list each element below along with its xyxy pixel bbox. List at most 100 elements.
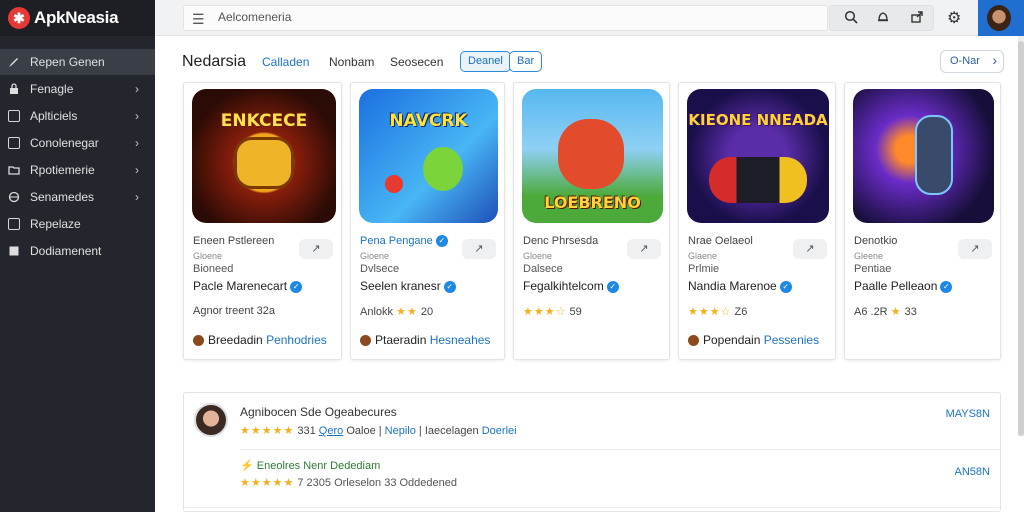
review-text: Iaecelagen: [424, 425, 479, 437]
rating-count: 20: [420, 306, 434, 318]
character-icon: [423, 147, 463, 191]
app-card[interactable]: Denotkio ↗ Gleene Pentiae Paalle Pelleao…: [844, 82, 1001, 360]
sidebar-item-label: Aplticiels: [30, 109, 78, 123]
sidebar-item-2[interactable]: Aplticiels ›: [0, 103, 155, 129]
app-thumbnail[interactable]: KIEONE NNEADA: [687, 89, 829, 223]
download-button[interactable]: ↗: [462, 239, 496, 259]
sidebar: ✱ ApkNeasia Repen Genen Fenagle › Apltic…: [0, 0, 155, 512]
gamepad-icon: [234, 137, 294, 189]
reviewer-avatar[interactable]: [194, 403, 228, 437]
publisher-link[interactable]: Penhodries: [266, 333, 327, 347]
download-button[interactable]: ↗: [627, 239, 661, 259]
folder-icon: [8, 164, 20, 176]
app-rating: Anlokk ★★ 20: [360, 305, 433, 318]
scrollbar[interactable]: [1018, 36, 1024, 436]
see-all-button[interactable]: O-Nar ›: [940, 50, 1004, 73]
app-name: Nandia Marenoe ✓: [688, 279, 792, 293]
filter-pill-1[interactable]: Bar: [509, 51, 543, 72]
sidebar-item-1[interactable]: Fenagle ›: [0, 76, 155, 102]
app-sub: Gloene: [193, 251, 223, 261]
sidebar-item-0[interactable]: Repen Genen: [0, 49, 155, 75]
app-logo[interactable]: ✱ ApkNeasia: [0, 0, 155, 36]
divider: [240, 449, 1000, 450]
chevron-right-icon: ›: [135, 109, 139, 123]
tab-0[interactable]: Calladen: [262, 55, 309, 69]
sidebar-item-label: Fenagle: [30, 82, 74, 96]
app-category: Dvlsece: [360, 263, 400, 275]
app-thumbnail[interactable]: LOEBRENO: [522, 89, 663, 223]
share-icon[interactable]: [908, 10, 926, 28]
filter-pill-0[interactable]: Deanel: [460, 51, 511, 72]
review-link[interactable]: Nepilo: [385, 425, 416, 437]
app-art-title: KIEONE NNEADA: [688, 111, 828, 129]
app-card[interactable]: KIEONE NNEADA Nrae Oelaeol ↗ Glaene Prlm…: [678, 82, 836, 360]
sidebar-item-label: Senamedes: [30, 190, 95, 204]
app-rating: ★★★☆ Z6: [688, 305, 747, 318]
scrollbar-thumb[interactable]: [1018, 41, 1024, 436]
chevron-right-icon: ›: [135, 190, 139, 204]
doc-icon: [8, 245, 20, 257]
app-name-text: Nandia Marenoe: [688, 279, 777, 293]
app-card[interactable]: LOEBRENO Denc Phrsesda ↗ Gloene Dalsece …: [513, 82, 670, 360]
app-card[interactable]: NAVCRK Pena Pengane ✓ ↗ Gioene Dvlsece Se…: [350, 82, 505, 360]
app-developer: Nrae Oelaeol: [688, 235, 753, 247]
chevron-right-icon: ›: [135, 136, 139, 150]
review-size: MAYS8N: [945, 408, 990, 420]
search-input[interactable]: [218, 10, 778, 24]
review-link[interactable]: Doerlei: [482, 425, 517, 437]
app-developer: Denc Phrsesda: [523, 235, 599, 247]
review-meta: ★★★★★ 331 Qero Oaloe | Nepilo | Iaecelag…: [240, 425, 517, 437]
see-all-label: O-Nar: [950, 55, 980, 67]
gear-icon[interactable]: ⚙: [947, 8, 961, 28]
orb-icon: [385, 175, 403, 193]
rating-prefix: Anlokk: [360, 306, 394, 318]
divider: [184, 507, 1000, 508]
publisher-link[interactable]: Hesneahes: [430, 333, 491, 347]
app-name: Seelen kranesr ✓: [360, 279, 456, 293]
rating-stars: ★: [890, 306, 902, 318]
sidebar-item-label: Conolenegar: [30, 136, 99, 150]
app-sub: Gioene: [360, 251, 390, 261]
sidebar-item-label: Rpotiemerie: [30, 163, 95, 177]
app-name: Pacle Marenecart ✓: [193, 279, 303, 293]
publisher-icon: [688, 335, 699, 347]
sidebar-item-3[interactable]: Conolenegar ›: [0, 130, 155, 156]
tab-2[interactable]: Seosecen: [390, 55, 443, 69]
app-name: Fegalkihtelcom ✓: [523, 279, 619, 293]
sidebar-item-label: Repelaze: [30, 217, 81, 231]
app-art-title: LOEBRENO: [544, 193, 641, 212]
app-thumbnail[interactable]: ENKCECE: [192, 89, 336, 223]
menu-icon[interactable]: ☰: [192, 11, 205, 28]
download-button[interactable]: ↗: [958, 239, 992, 259]
lock-icon: [8, 83, 20, 95]
sidebar-item-5[interactable]: Senamedes ›: [0, 184, 155, 210]
app-name-text: Paalle Pelleaon: [854, 279, 938, 293]
review-count: 331: [297, 425, 316, 437]
grid-icon: [8, 137, 20, 149]
download-button[interactable]: ↗: [793, 239, 827, 259]
sidebar-item-6[interactable]: Repelaze: [0, 211, 155, 237]
app-card[interactable]: ENKCECE Eneen Pstlereen ↗ Gloene Bioneed…: [183, 82, 342, 360]
tab-1[interactable]: Nonbam: [329, 55, 374, 69]
review-title-text: Eneolres Nenr Dedediam: [256, 460, 381, 472]
app-art-title: ENKCECE: [220, 111, 308, 131]
review-title: Agnibocen Sde Ogeabecures: [240, 405, 397, 419]
app-thumbnail[interactable]: NAVCRK: [359, 89, 498, 223]
download-button[interactable]: ↗: [299, 239, 333, 259]
sidebar-item-7[interactable]: Dodiamenent: [0, 238, 155, 264]
review-link[interactable]: Qero: [319, 425, 343, 437]
character-icon: [915, 115, 953, 195]
publisher-icon: [360, 335, 371, 347]
app-thumbnail[interactable]: [853, 89, 994, 223]
bell-icon[interactable]: [874, 10, 892, 28]
publisher-link[interactable]: Pessenies: [764, 333, 819, 347]
sidebar-item-4[interactable]: Rpotiemerie ›: [0, 157, 155, 183]
app-developer: Eneen Pstlereen: [193, 235, 275, 247]
review-meta: ★★★★★ 7 2305 Orleselon 33 Oddedened: [240, 476, 457, 489]
avatar-image: [987, 5, 1011, 31]
user-avatar[interactable]: [978, 0, 1024, 36]
app-name: Paalle Pelleaon ✓: [854, 279, 953, 293]
publisher-name: Ptaeradin: [375, 333, 427, 347]
search-icon[interactable]: [842, 10, 860, 28]
verified-icon: ✓: [290, 280, 303, 293]
